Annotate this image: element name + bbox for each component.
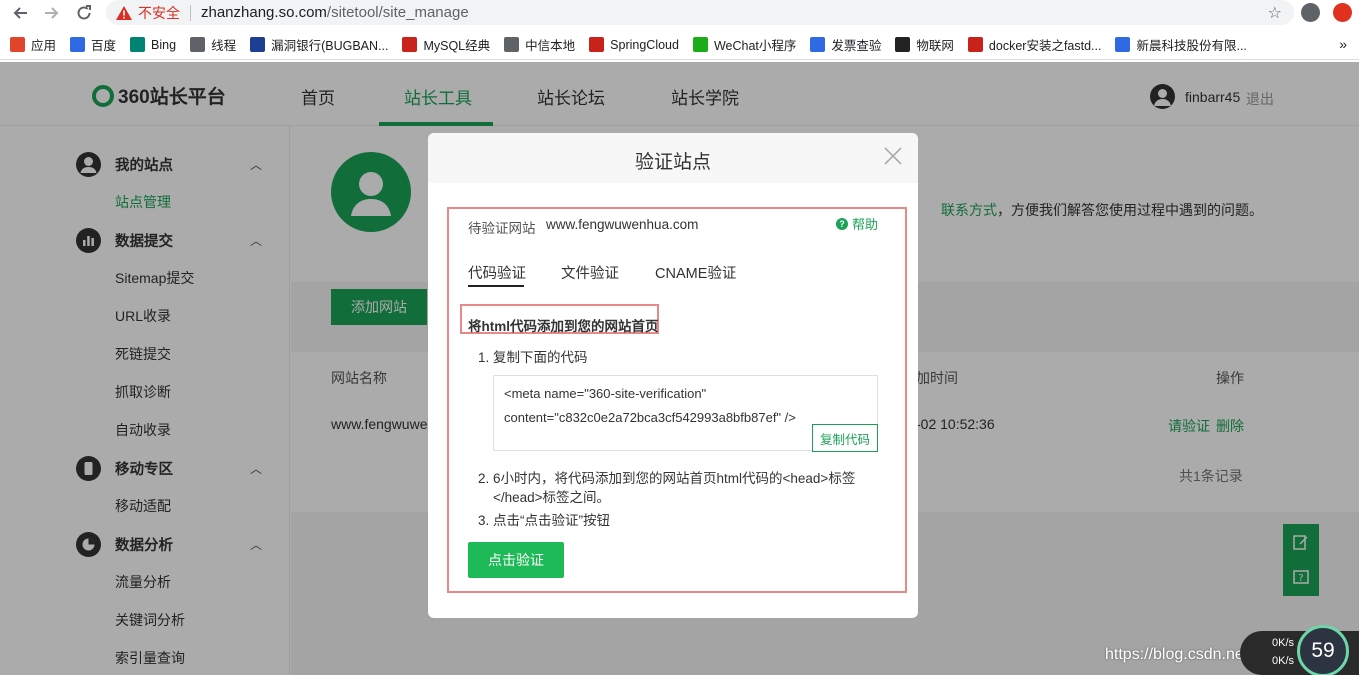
company-logo-icon (1115, 37, 1131, 52)
code-line-1: <meta name="360-site-verification" (504, 386, 707, 401)
download-speed: 0K/s (1272, 655, 1295, 667)
arrow-left-icon (13, 7, 27, 19)
speed-score[interactable]: 59 (1297, 625, 1349, 675)
bookmark-item[interactable]: docker安装之fastd... (967, 35, 1102, 54)
url-text: zhanzhang.so.com/sitetool/site_manage (201, 4, 469, 21)
bookmark-item[interactable]: 应用 (10, 35, 56, 54)
bookmark-item[interactable]: 百度 (70, 35, 116, 54)
wechat-icon (692, 37, 708, 52)
back-button[interactable] (9, 2, 31, 24)
globe-icon (190, 37, 206, 52)
bookmarks-more[interactable]: » (1339, 36, 1347, 52)
bookmark-label: MySQL经典 (423, 39, 491, 53)
step-2: 2. 6小时内，将代码添加到您的网站首页html代码的<head>标签 (478, 471, 856, 486)
tab-code-verify[interactable]: 代码验证 (468, 262, 526, 283)
step-2-continued: </head>标签之间。 (493, 490, 611, 505)
bookmarks-bar: 应用 百度 Bing 线程 漏洞银行(BUGBAN... MySQL经典 中信本地 Sprin… (0, 30, 1359, 60)
reload-icon (77, 5, 91, 20)
url-path: /sitetool/site_manage (326, 4, 469, 21)
bookmark-label: 发票查验 (831, 39, 882, 53)
forward-button[interactable] (41, 2, 63, 24)
bookmark-item[interactable]: 发票查验 (810, 35, 881, 54)
csdn-icon (402, 37, 418, 52)
help-label: 帮助 (852, 217, 879, 232)
bookmark-star-icon[interactable]: ☆ (1268, 3, 1282, 23)
bookmark-label: 漏洞银行(BUGBAN... (271, 39, 389, 53)
tab-file-verify[interactable]: 文件验证 (561, 262, 619, 283)
pending-site-url: www.fengwuwenhua.com (546, 217, 699, 232)
bookmark-label: 线程 (211, 39, 237, 53)
globe-icon (504, 37, 520, 52)
bugbank-icon (250, 37, 266, 52)
reload-button[interactable] (73, 2, 95, 24)
profile-icon[interactable] (1301, 3, 1320, 22)
bing-icon (130, 37, 146, 52)
security-indicator[interactable]: 不安全 (116, 3, 180, 23)
address-bar[interactable]: 不安全 zhanzhang.so.com/sitetool/site_manag… (106, 0, 1294, 25)
bookmark-label: Bing (151, 37, 177, 52)
step-3: 3. 点击“点击验证”按钮 (478, 513, 611, 528)
bookmark-label: 百度 (91, 39, 117, 53)
bookmark-label: 物联网 (916, 39, 954, 53)
search-globe-icon (810, 37, 826, 52)
pending-site-label: 待验证网站 (468, 221, 536, 236)
section-subtitle: 将html代码添加到您的网站首页 (468, 319, 659, 334)
url-host: zhanzhang.so.com (201, 4, 327, 21)
help-link[interactable]: ? 帮助 (836, 214, 878, 233)
bookmark-item[interactable]: SpringCloud (589, 37, 679, 52)
tab-cname-verify[interactable]: CNAME验证 (655, 262, 736, 283)
bookmark-label: docker安装之fastd... (988, 39, 1102, 53)
verify-site-dialog: 验证站点 待验证网站 www.fengwuwenhua.com ? 帮助 代码验证… (428, 133, 918, 618)
baidu-paw-icon (70, 37, 86, 52)
code-line-2: content="c832c0e2a72bca3cf542993a8bfb87e… (504, 410, 796, 425)
upload-speed: 0K/s (1272, 637, 1295, 649)
extension-icon[interactable] (1333, 3, 1352, 22)
security-label: 不安全 (138, 4, 180, 21)
github-icon (895, 37, 911, 52)
arrow-right-icon (45, 7, 59, 19)
verify-button[interactable]: 点击验证 (468, 542, 564, 578)
bookmark-label: 新晨科技股份有限... (1136, 39, 1247, 53)
question-circle-icon: ? (836, 217, 848, 230)
dialog-title: 验证站点 (634, 152, 711, 173)
bookmark-label: SpringCloud (610, 37, 679, 52)
step-1: 1. 复制下面的代码 (478, 350, 588, 365)
close-icon[interactable] (882, 145, 904, 167)
csdn-icon (967, 37, 983, 52)
bookmark-item[interactable]: MySQL经典 (402, 35, 490, 54)
bookmark-item[interactable]: 线程 (190, 35, 236, 54)
bookmark-item[interactable]: 新晨科技股份有限... (1115, 35, 1247, 54)
active-tab-underline (468, 285, 524, 287)
csdn-icon (589, 37, 605, 52)
bookmark-item[interactable]: 物联网 (895, 35, 954, 54)
bookmark-label: 应用 (31, 39, 57, 53)
apps-grid-icon (10, 37, 25, 52)
copy-code-button[interactable]: 复制代码 (812, 424, 878, 452)
url-separator (190, 4, 191, 21)
bookmark-label: 中信本地 (525, 39, 576, 53)
bookmark-item[interactable]: WeChat小程序 (692, 35, 797, 54)
browser-toolbar: 不安全 zhanzhang.so.com/sitetool/site_manag… (0, 0, 1359, 26)
bookmark-label: WeChat小程序 (713, 39, 797, 53)
warning-triangle-icon (116, 5, 132, 20)
page: 360站长平台 首页 站长工具 站长论坛 站长学院 finbarr45 退出 我… (0, 62, 1359, 675)
bookmark-item[interactable]: Bing (130, 37, 176, 52)
bookmark-item[interactable]: 中信本地 (504, 35, 575, 54)
bookmark-item[interactable]: 漏洞银行(BUGBAN... (250, 35, 388, 54)
